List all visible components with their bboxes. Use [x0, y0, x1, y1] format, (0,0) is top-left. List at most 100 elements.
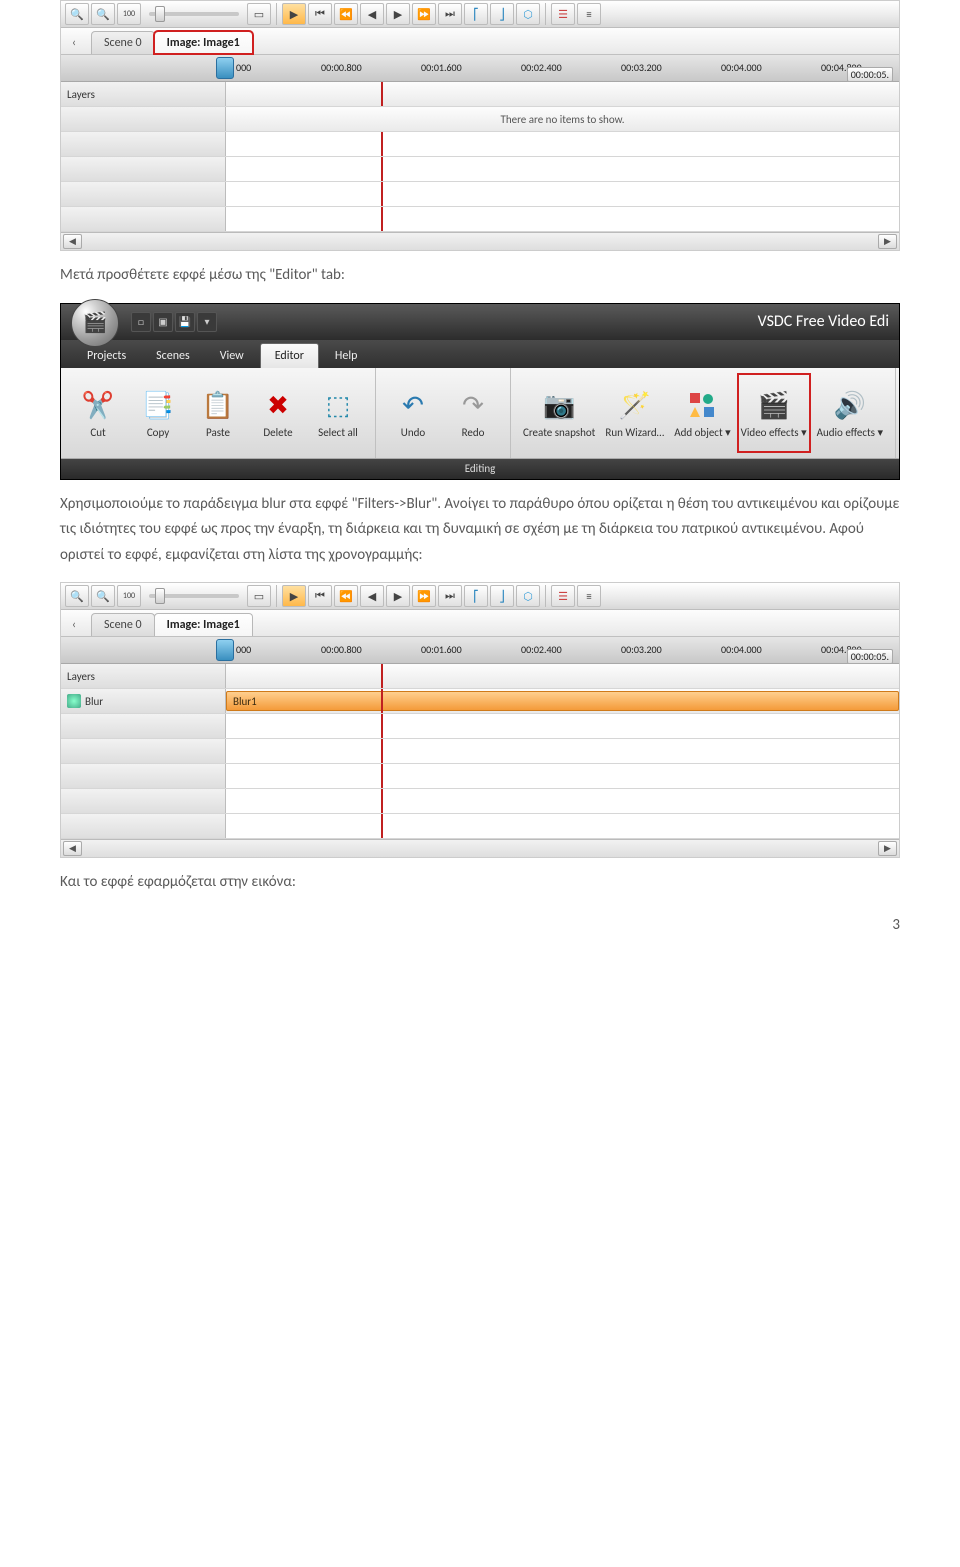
- screenshot-editor-ribbon: 🎬 □ ▣ 💾 ▾ VSDC Free Video Edi Projects S…: [60, 303, 900, 480]
- zoom-100-icon[interactable]: 100: [117, 585, 141, 607]
- tool-a-icon[interactable]: ☰: [551, 3, 575, 25]
- skip-start-icon[interactable]: ⏮: [308, 3, 332, 25]
- list-row: [61, 764, 899, 789]
- snap-icon[interactable]: ⬡: [516, 3, 540, 25]
- btn-label: Video effects ▾: [741, 426, 807, 439]
- playhead-icon[interactable]: [216, 639, 234, 661]
- qa-menu-icon[interactable]: ▾: [197, 312, 217, 332]
- ruler-tick: 00:01.600: [421, 643, 462, 656]
- tool-a-icon[interactable]: ☰: [551, 585, 575, 607]
- mark-in-icon[interactable]: ⎡: [464, 585, 488, 607]
- playhead-line: [381, 132, 383, 156]
- playhead-icon[interactable]: [216, 57, 234, 79]
- select-all-button[interactable]: ⬚Select all: [309, 373, 367, 453]
- btn-label: Delete: [263, 426, 292, 439]
- cut-button[interactable]: ✂️Cut: [69, 373, 127, 453]
- next-frame-icon[interactable]: ▶: [386, 3, 410, 25]
- qa-save-icon[interactable]: 💾: [175, 312, 195, 332]
- ribbon-group-label: Editing: [61, 459, 899, 479]
- body-text: Και το εφφέ εφαρμόζεται στην εικόνα:: [60, 870, 900, 896]
- collapse-icon[interactable]: ‹: [65, 614, 83, 636]
- clip-blur1[interactable]: Blur1: [226, 691, 899, 711]
- zoom-out-icon[interactable]: 🔍: [91, 3, 115, 25]
- next-frame-icon[interactable]: ▶: [386, 585, 410, 607]
- prev-frame-icon[interactable]: ◀: [360, 3, 384, 25]
- rewind-icon[interactable]: ⏪: [334, 3, 358, 25]
- time-ruler[interactable]: 000 00:00.800 00:01.600 00:02.400 00:03.…: [61, 637, 899, 664]
- playhead-line: [381, 814, 383, 838]
- mark-out-icon[interactable]: ⎦: [490, 3, 514, 25]
- undo-button[interactable]: ↶Undo: [384, 373, 442, 453]
- zoom-slider[interactable]: [149, 594, 239, 598]
- tab-help[interactable]: Help: [321, 344, 372, 368]
- playhead-line: [381, 664, 383, 688]
- zoom-100-icon[interactable]: 100: [117, 3, 141, 25]
- zoom-fit-icon[interactable]: ▭: [247, 585, 271, 607]
- redo-button[interactable]: ↷Redo: [444, 373, 502, 453]
- scroll-left-icon[interactable]: ◀: [63, 841, 82, 856]
- playhead-line: [381, 182, 383, 206]
- snap-icon[interactable]: ⬡: [516, 585, 540, 607]
- layer-row-blur[interactable]: Blur Blur1: [61, 689, 899, 714]
- shapes-icon: [684, 387, 720, 423]
- playhead-line: [381, 157, 383, 181]
- video-effects-button[interactable]: 🎬Video effects ▾: [737, 373, 811, 453]
- tab-scenes[interactable]: Scenes: [142, 344, 204, 368]
- wizard-button[interactable]: 🪄Run Wizard…: [601, 373, 668, 453]
- skip-start-icon[interactable]: ⏮: [308, 585, 332, 607]
- list-row: There are no items to show.: [61, 107, 899, 132]
- mark-in-icon[interactable]: ⎡: [464, 3, 488, 25]
- skip-end-icon[interactable]: ⏭: [438, 3, 462, 25]
- separator: [276, 585, 277, 607]
- tab-image1[interactable]: Image: Image1: [154, 613, 253, 636]
- scroll-left-icon[interactable]: ◀: [63, 234, 82, 249]
- copy-button[interactable]: 📑Copy: [129, 373, 187, 453]
- collapse-icon[interactable]: ‹: [65, 32, 83, 54]
- audio-effects-button[interactable]: 🔊Audio effects ▾: [813, 373, 887, 453]
- h-scrollbar[interactable]: ◀ ▶: [61, 839, 899, 857]
- tab-view[interactable]: View: [206, 344, 258, 368]
- zoom-out-icon[interactable]: 🔍: [91, 585, 115, 607]
- list-row: [61, 132, 899, 157]
- screenshot-timeline-empty: 🔍 🔍 100 ▭ ▶ ⏮ ⏪ ◀ ▶ ⏩ ⏭ ⎡ ⎦ ⬡ ☰ ≡ ‹ Scen…: [60, 0, 900, 251]
- scroll-right-icon[interactable]: ▶: [878, 841, 897, 856]
- play-icon[interactable]: ▶: [282, 585, 306, 607]
- zoom-in-icon[interactable]: 🔍: [65, 585, 89, 607]
- tab-image1[interactable]: Image: Image1: [154, 31, 253, 54]
- tool-b-icon[interactable]: ≡: [577, 3, 601, 25]
- tab-scene0[interactable]: Scene 0: [91, 31, 155, 54]
- qa-open-icon[interactable]: ▣: [153, 312, 173, 332]
- delete-button[interactable]: ✖Delete: [249, 373, 307, 453]
- playhead-line: [381, 207, 383, 231]
- time-ruler[interactable]: 000 00:00.800 00:01.600 00:02.400 00:03.…: [61, 55, 899, 82]
- zoom-fit-icon[interactable]: ▭: [247, 3, 271, 25]
- add-object-button[interactable]: Add object ▾: [670, 373, 734, 453]
- zoom-in-icon[interactable]: 🔍: [65, 3, 89, 25]
- tab-editor[interactable]: Editor: [260, 343, 319, 368]
- tool-b-icon[interactable]: ≡: [577, 585, 601, 607]
- tab-projects[interactable]: Projects: [73, 344, 140, 368]
- paste-button[interactable]: 📋Paste: [189, 373, 247, 453]
- play-icon[interactable]: ▶: [282, 3, 306, 25]
- duration-badge: 00:00:05.: [847, 649, 893, 664]
- layers-label: Layers: [61, 82, 226, 106]
- mark-out-icon[interactable]: ⎦: [490, 585, 514, 607]
- skip-end-icon[interactable]: ⏭: [438, 585, 462, 607]
- forward-icon[interactable]: ⏩: [412, 585, 436, 607]
- prev-frame-icon[interactable]: ◀: [360, 585, 384, 607]
- snapshot-button[interactable]: 📷Create snapshot: [519, 373, 599, 453]
- h-scrollbar[interactable]: ◀ ▶: [61, 232, 899, 250]
- app-title: VSDC Free Video Edi: [758, 312, 889, 331]
- tab-scene0[interactable]: Scene 0: [91, 613, 155, 636]
- zoom-slider[interactable]: [149, 12, 239, 16]
- insert-group: 📷Create snapshot 🪄Run Wizard… Add object…: [511, 368, 896, 458]
- qa-new-icon[interactable]: □: [131, 312, 151, 332]
- ruler-tick: 000: [236, 643, 251, 656]
- body-text: Μετά προσθέτετε εφφέ μέσω της "Editor" t…: [60, 263, 900, 289]
- app-orb-icon[interactable]: 🎬: [71, 299, 119, 347]
- btn-label: Cut: [90, 426, 105, 439]
- forward-icon[interactable]: ⏩: [412, 3, 436, 25]
- layer-head[interactable]: Blur: [61, 689, 226, 713]
- scroll-right-icon[interactable]: ▶: [878, 234, 897, 249]
- rewind-icon[interactable]: ⏪: [334, 585, 358, 607]
